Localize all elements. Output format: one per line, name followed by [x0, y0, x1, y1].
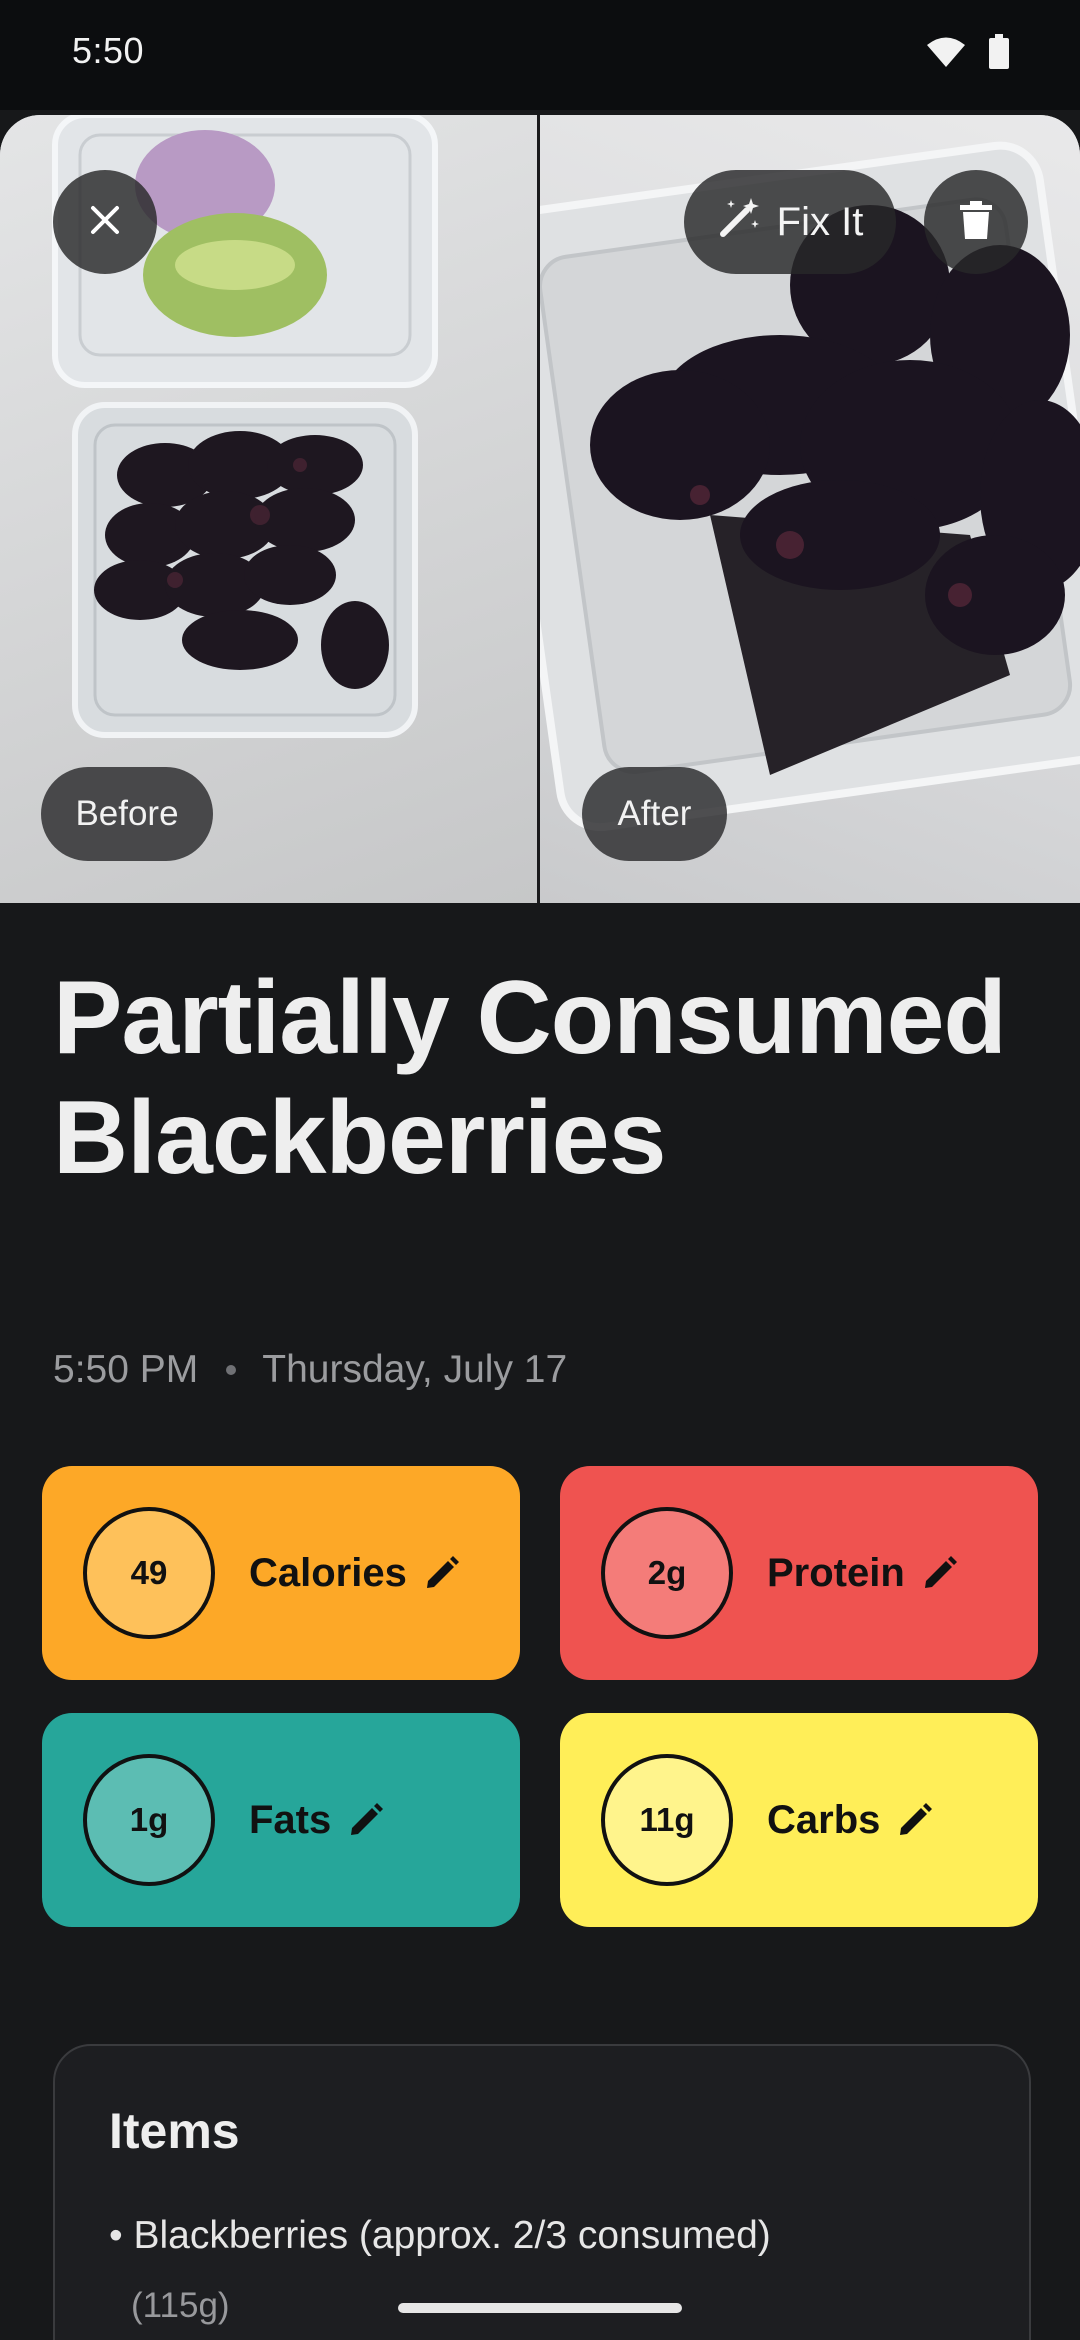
separator-dot [226, 1365, 237, 1375]
pencil-icon[interactable] [349, 1803, 384, 1837]
fats-card[interactable]: 1g Fats [42, 1713, 520, 1927]
after-label: After [582, 767, 727, 861]
carbs-value: 11g [601, 1754, 733, 1886]
status-icons [926, 34, 1010, 75]
list-item-weight: (115g) [131, 2286, 230, 2325]
meal-timestamp: 5:50 PM Thursday, July 17 [53, 1348, 567, 1392]
pencil-icon[interactable] [898, 1803, 933, 1837]
list-item: • Blackberries (approx. 2/3 consumed) [109, 2214, 771, 2257]
protein-label: Protein [767, 1550, 905, 1595]
close-icon [88, 203, 122, 242]
close-button[interactable] [53, 170, 157, 274]
meal-title: Partially Consumed Blackberries [53, 960, 1007, 1196]
battery-icon [988, 34, 1010, 75]
wifi-icon [926, 36, 966, 73]
protein-card[interactable]: 2g Protein [560, 1466, 1038, 1680]
calories-label: Calories [249, 1550, 407, 1595]
status-time: 5:50 [72, 30, 145, 71]
home-indicator[interactable] [398, 2303, 682, 2313]
meal-detail-screen: 5:50 Fix It Before After Partially Consu… [0, 0, 1080, 2340]
photo-comparison: Fix It Before After [0, 115, 1080, 903]
items-card: Items • Blackberries (approx. 2/3 consum… [53, 2044, 1031, 2340]
before-label: Before [41, 767, 213, 861]
magic-wand-icon [717, 194, 763, 250]
fix-it-button[interactable]: Fix It [684, 170, 896, 274]
items-title: Items [109, 2103, 240, 2159]
pencil-icon[interactable] [425, 1556, 459, 1590]
status-bar: 5:50 [0, 0, 1080, 110]
carbs-label: Carbs [767, 1797, 881, 1842]
carbs-card[interactable]: 11g Carbs [560, 1713, 1038, 1927]
meal-time: 5:50 PM [53, 1348, 199, 1391]
fix-it-label: Fix It [776, 199, 864, 244]
fats-label: Fats [249, 1797, 332, 1842]
calories-card[interactable]: 49 Calories [42, 1466, 520, 1680]
protein-value: 2g [601, 1507, 733, 1639]
fats-value: 1g [83, 1754, 215, 1886]
calories-value: 49 [83, 1507, 215, 1639]
trash-icon [960, 200, 992, 244]
meal-date: Thursday, July 17 [262, 1348, 568, 1391]
pencil-icon[interactable] [923, 1556, 957, 1590]
delete-button[interactable] [924, 170, 1028, 274]
